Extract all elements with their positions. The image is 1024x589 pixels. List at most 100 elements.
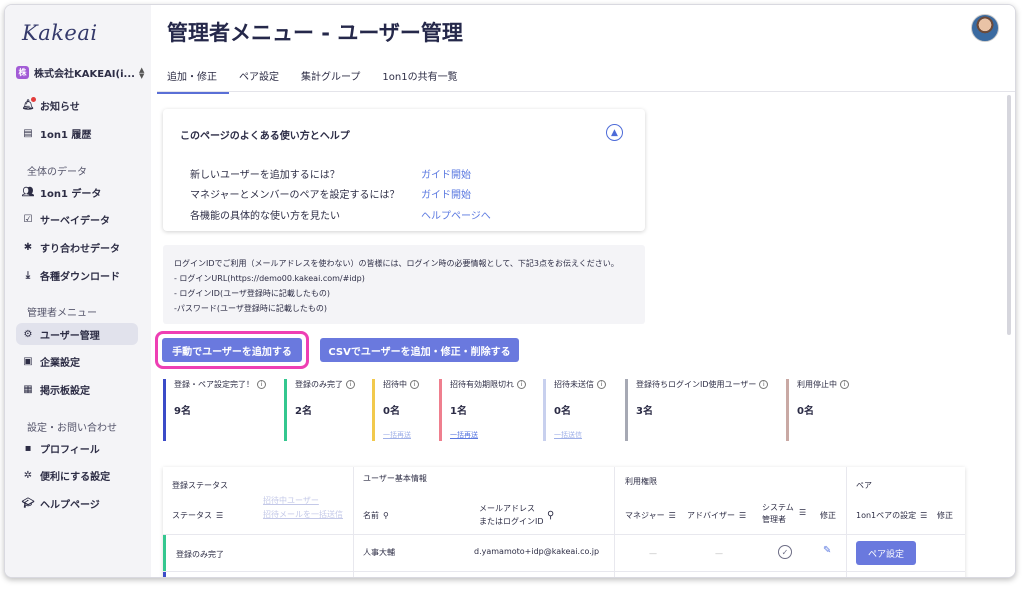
- login-info-box: ログインIDでご利用（メールアドレスを使わない）の皆様には、ログイン時の必要情報…: [163, 245, 645, 324]
- tab-aggregate-groups[interactable]: 集計グループ: [291, 61, 372, 94]
- search-icon[interactable]: ⚲: [547, 510, 554, 521]
- column-header-email[interactable]: メールアドレス またはログインID: [479, 502, 544, 528]
- user-table: 登録ステータス ユーザー基本情報 利用権限 ペア ステータス ☰ 招待中ユーザー …: [163, 467, 965, 577]
- stat-registered-only[interactable]: 登録のみ完了 i 2名: [284, 379, 364, 441]
- stat-invite-expired[interactable]: 招待有効期限切れ i 1名 一括再送: [439, 379, 539, 441]
- company-badge: 株: [16, 66, 29, 79]
- invite-user-link[interactable]: 招待中ユーザー: [263, 495, 319, 506]
- column-divider: [353, 467, 354, 577]
- bulk-invite-link[interactable]: 招待メールを一括送信: [263, 509, 343, 520]
- stat-value: 0名: [797, 406, 814, 417]
- stat-suspended[interactable]: 利用停止中 i 0名: [786, 379, 866, 441]
- sidebar-item-downloads[interactable]: ⤓ 各種ダウンロード: [16, 264, 138, 286]
- column-header-status[interactable]: ステータス ☰: [172, 510, 223, 521]
- filter-icon[interactable]: ☰: [799, 508, 806, 517]
- company-switcher[interactable]: 株 株式会社KAKEAI(i... ▲ ▼: [16, 65, 144, 80]
- filter-icon[interactable]: ☰: [739, 511, 746, 520]
- guide-start-link[interactable]: ガイド開始: [421, 186, 471, 201]
- sidebar-item-help[interactable]: 🎓︎ ヘルプページ: [16, 492, 138, 514]
- stat-value: 1名: [450, 406, 467, 417]
- stat-invite-unsent[interactable]: 招待未送信 i 0名 一括送信: [543, 379, 618, 441]
- info-icon[interactable]: i: [257, 380, 266, 389]
- filter-icon[interactable]: ☰: [216, 511, 223, 520]
- stat-value: 2名: [295, 406, 312, 417]
- sidebar-item-notifications[interactable]: 🔔︎ お知らせ: [16, 94, 138, 116]
- sidebar-item-1on1-data[interactable]: 👥︎ 1on1 データ: [16, 181, 138, 203]
- sidebar-item-alignment-data[interactable]: ✱ すり合わせデータ: [16, 236, 138, 258]
- tab-1on1-share[interactable]: 1on1の共有一覧: [372, 61, 469, 94]
- board-icon: ▦: [23, 383, 33, 395]
- column-label: 1on1ペアの設定: [856, 511, 917, 520]
- filter-icon[interactable]: ☰: [669, 511, 676, 520]
- pair-setting-button[interactable]: ペア設定: [856, 541, 916, 565]
- section-label-settings: 設定・お問い合わせ: [27, 423, 117, 434]
- sidebar-item-label: すり合わせデータ: [40, 243, 120, 255]
- manual-add-user-button[interactable]: 手動でユーザーを追加する: [162, 338, 302, 362]
- stat-label: 登録のみ完了: [295, 380, 343, 389]
- section-label-admin: 管理者メニュー: [27, 308, 97, 319]
- info-icon[interactable]: i: [840, 380, 849, 389]
- avatar[interactable]: [971, 14, 999, 42]
- sidebar-item-preferences[interactable]: ✲ 便利にする設定: [16, 464, 138, 486]
- pencil-icon[interactable]: ✎: [823, 545, 831, 556]
- column-header-pair-edit: 修正: [937, 511, 953, 520]
- stat-pending-login-id[interactable]: 登録待ちログインID使用ユーザー i 3名: [625, 379, 780, 441]
- column-header-system-admin[interactable]: システム 管理者: [762, 502, 794, 526]
- sidebar-item-user-management[interactable]: ⚙ ユーザー管理: [16, 323, 138, 345]
- bulk-resend-link[interactable]: 一括再送: [450, 430, 539, 440]
- sidebar-item-label: 企業設定: [40, 357, 80, 369]
- filter-icon[interactable]: ☰: [920, 511, 927, 520]
- section-label-data: 全体のデータ: [27, 167, 87, 178]
- chevron-up-icon[interactable]: ▲: [606, 124, 623, 141]
- users-gear-icon: ⚙: [23, 328, 33, 340]
- info-icon[interactable]: i: [597, 380, 606, 389]
- help-card: このページのよくある使い方とヘルプ ▲ 新しいユーザーを追加するには？ ガイド開…: [163, 109, 645, 231]
- sidebar-item-board-settings[interactable]: ▦ 掲示板設定: [16, 378, 138, 400]
- help-question: 各機能の具体的な使い方を見たい: [190, 211, 340, 222]
- column-label: 管理者: [762, 515, 786, 524]
- column-label: メールアドレス: [479, 504, 535, 513]
- info-icon[interactable]: i: [759, 380, 769, 389]
- people-icon: 👥︎: [21, 186, 35, 198]
- stat-value: 0名: [383, 406, 400, 417]
- sidebar-item-profile[interactable]: ▪ プロフィール: [16, 437, 138, 459]
- bulk-resend-link[interactable]: 一括再送: [383, 430, 432, 440]
- stat-label: 招待中: [383, 380, 407, 389]
- help-page-link[interactable]: ヘルプページへ: [421, 207, 491, 222]
- guide-start-link[interactable]: ガイド開始: [421, 166, 471, 181]
- tab-add-edit[interactable]: 追加・修正: [157, 61, 229, 94]
- column-header-pair-setting[interactable]: 1on1ペアの設定 ☰: [856, 510, 927, 521]
- main-content: 管理者メニュー - ユーザー管理 追加・修正 ペア設定 集計グループ 1on1の…: [151, 5, 1015, 577]
- bulk-send-link[interactable]: 一括送信: [554, 430, 618, 440]
- stat-inviting[interactable]: 招待中 i 0名 一括再送: [372, 379, 432, 441]
- info-icon[interactable]: i: [517, 380, 526, 389]
- stat-label: 登録・ペア設定完了！: [174, 380, 254, 389]
- column-header-manager[interactable]: マネジャー ☰: [625, 510, 676, 521]
- stat-label: 招待未送信: [554, 380, 594, 389]
- sidebar-item-1on1-history[interactable]: ▤ 1on1 履歴: [16, 122, 138, 144]
- stat-value: 3名: [636, 406, 653, 417]
- column-header-name[interactable]: 名前 ⚲: [363, 510, 389, 521]
- column-label: ステータス: [172, 511, 212, 520]
- help-question: 新しいユーザーを追加するには？: [190, 170, 340, 181]
- info-icon[interactable]: i: [410, 380, 419, 389]
- stat-complete[interactable]: 登録・ペア設定完了！ i 9名: [163, 379, 273, 441]
- app-logo[interactable]: Kakeai: [22, 21, 98, 45]
- column-label: マネジャー: [625, 511, 665, 520]
- tab-bar: 追加・修正 ペア設定 集計グループ 1on1の共有一覧: [157, 61, 470, 94]
- info-line: -パスワード(ユーザ登録時に記載したもの): [174, 304, 327, 313]
- check-circle-icon[interactable]: ✓: [778, 545, 792, 559]
- sidebar-item-company-settings[interactable]: ▣ 企業設定: [16, 350, 138, 372]
- csv-import-button[interactable]: CSVでユーザーを追加・修正・削除する: [320, 338, 519, 362]
- vertical-scrollbar[interactable]: [1007, 95, 1011, 335]
- header-divider: [163, 534, 965, 535]
- sidebar-item-survey-data[interactable]: ☑ サーベイデータ: [16, 208, 138, 230]
- info-icon[interactable]: i: [346, 380, 355, 389]
- search-icon[interactable]: ⚲: [383, 511, 389, 520]
- sidebar-item-label: 1on1 データ: [40, 188, 102, 200]
- stat-label: 利用停止中: [797, 380, 837, 389]
- column-header-advisor[interactable]: アドバイザー ☰: [687, 510, 746, 521]
- status-color-bar: [163, 535, 166, 571]
- tab-pair-settings[interactable]: ペア設定: [229, 61, 291, 94]
- chevron-updown-icon: ▲ ▼: [138, 65, 145, 80]
